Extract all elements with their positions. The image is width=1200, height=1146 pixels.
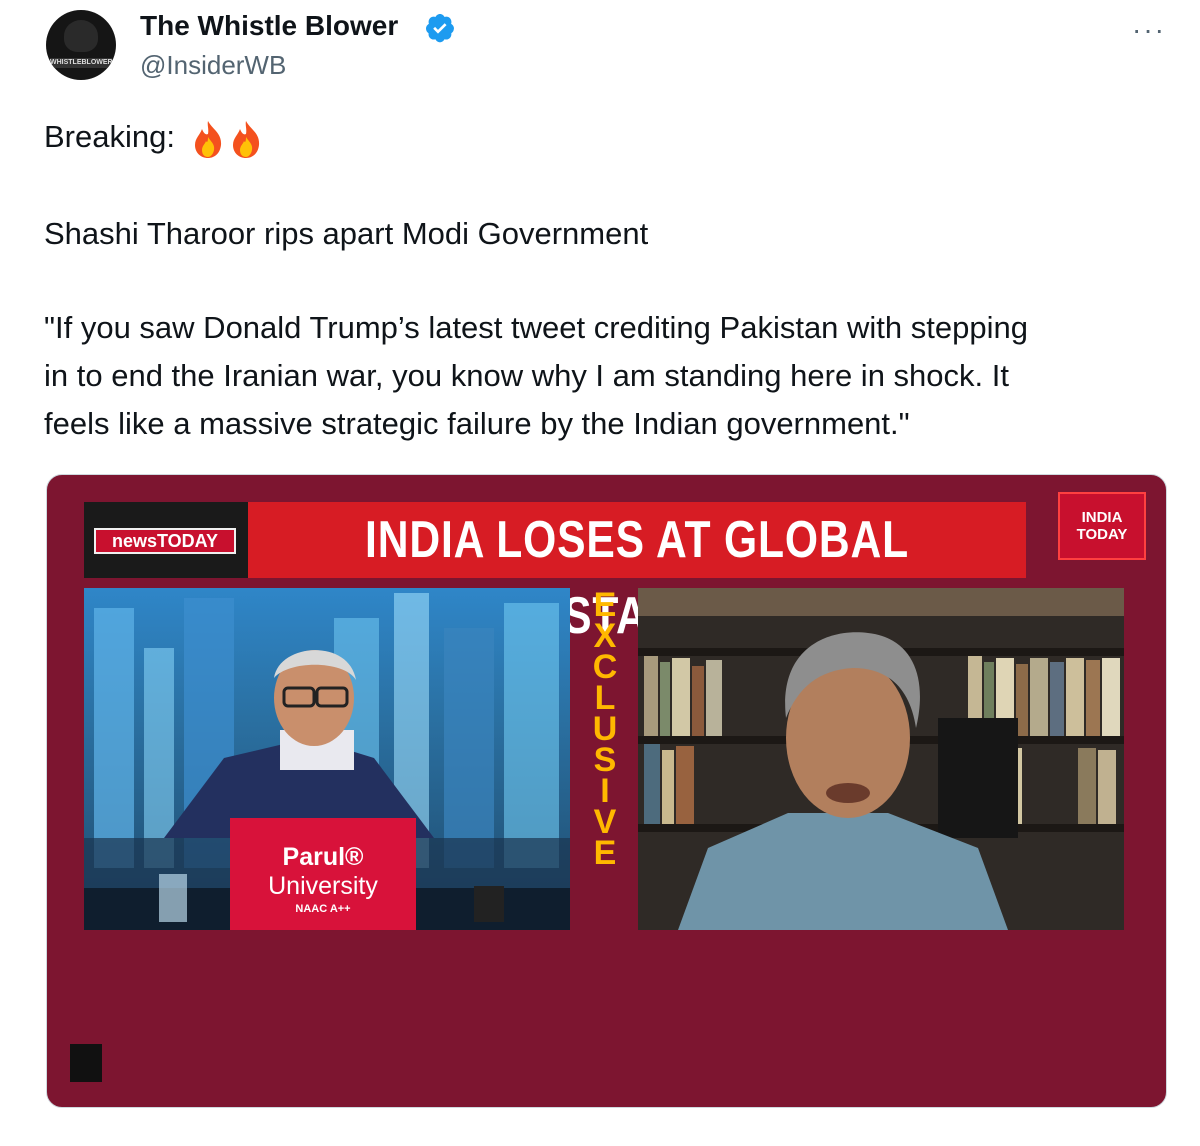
desk-sign: Parul® University NAAC A++ — [230, 818, 416, 930]
logo-line: TODAY — [1076, 526, 1128, 543]
tweet-text-line: "If you saw Donald Trump’s latest tweet … — [44, 310, 1028, 345]
desk-sign-line: NAAC A++ — [295, 903, 351, 915]
desk-sign-line: Parul® — [282, 843, 364, 871]
breaking-label: Breaking: — [44, 119, 175, 154]
channel-badge: newsTODAY — [94, 528, 236, 554]
tweet-text-line: Breaking: — [44, 113, 264, 161]
tweet-text-line: feels like a massive strategic failure b… — [44, 406, 910, 441]
verified-badge-icon — [426, 14, 454, 43]
logo-line: INDIA — [1081, 509, 1123, 526]
fire-emoji-icon — [194, 120, 221, 158]
india-today-logo: INDIA TODAY — [1058, 492, 1146, 560]
author-name[interactable]: The Whistle Blower — [140, 10, 398, 42]
avatar-band: WHISTLEBLOWER — [50, 58, 113, 68]
video-panel-guest — [638, 588, 1124, 930]
tweet-text-line: in to end the Iranian war, you know why … — [44, 358, 1009, 393]
more-options-icon[interactable]: ··· — [1132, 14, 1166, 46]
avatar-figure — [64, 20, 98, 52]
exclusive-label: E X C L U S I V E — [590, 588, 620, 872]
desk-sign-line: University — [268, 872, 378, 900]
author-avatar[interactable]: WHISTLEBLOWER — [46, 10, 116, 80]
author-handle[interactable]: @InsiderWB — [140, 50, 286, 81]
bookshelf-scene — [638, 588, 1124, 930]
tweet-text-line: Shashi Tharoor rips apart Modi Governmen… — [44, 216, 649, 251]
avatar-text: WHISTLEBLOWER — [50, 59, 113, 66]
pause-icon[interactable] — [70, 1044, 102, 1082]
fire-emoji-icon — [232, 120, 259, 158]
video-headline: INDIA LOSES AT GLOBAL STAGE — [365, 511, 909, 645]
exclusive-letter: E — [593, 834, 617, 872]
